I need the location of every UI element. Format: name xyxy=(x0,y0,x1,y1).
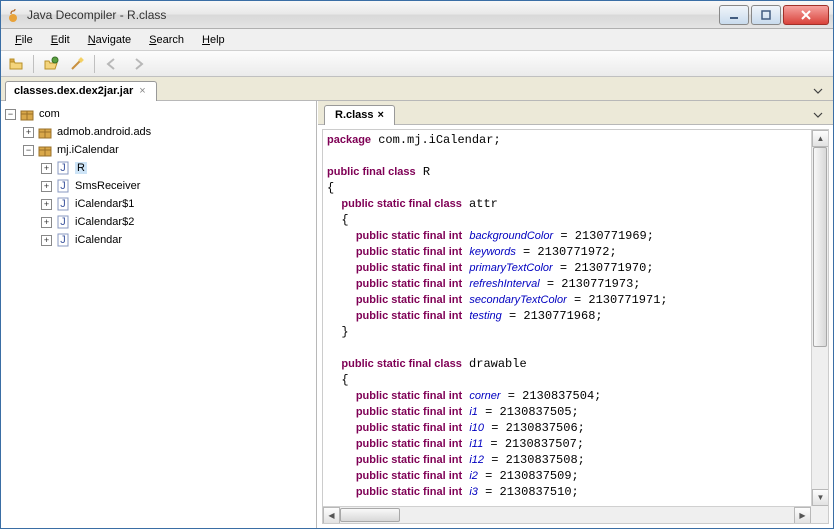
svg-text:J: J xyxy=(60,198,66,210)
tree-label: com xyxy=(39,108,60,120)
package-icon xyxy=(37,124,53,140)
scroll-track[interactable] xyxy=(340,507,794,523)
tree-node-admob[interactable]: + admob.android.ads xyxy=(23,123,312,141)
code-scroll[interactable]: package com.mj.iCalendar; public final c… xyxy=(323,130,811,506)
tree-node-mj-icalendar[interactable]: − mj.iCalendar xyxy=(23,141,312,159)
close-tab-icon[interactable]: × xyxy=(378,109,384,121)
scroll-right-icon[interactable]: ▶ xyxy=(794,507,811,524)
tree-node-file-r[interactable]: + J R xyxy=(41,159,312,177)
toolbar xyxy=(1,51,833,77)
java-file-icon: J xyxy=(55,214,71,230)
open-file-button[interactable] xyxy=(5,53,27,75)
tree-node-file-icalendar1[interactable]: + J iCalendar$1 xyxy=(41,195,312,213)
java-file-icon: J xyxy=(55,196,71,212)
collapse-icon[interactable]: − xyxy=(5,109,16,120)
tree-label: iCalendar$2 xyxy=(75,216,134,228)
scroll-up-icon[interactable]: ▲ xyxy=(812,130,829,147)
svg-text:J: J xyxy=(60,216,66,228)
package-tree-panel[interactable]: − com + admob.android.ads xyxy=(1,101,317,528)
close-tab-icon[interactable]: × xyxy=(137,85,147,97)
jar-tab-label: classes.dex.dex2jar.jar xyxy=(14,85,133,97)
tree-label: iCalendar$1 xyxy=(75,198,134,210)
svg-text:J: J xyxy=(60,162,66,174)
forward-button xyxy=(127,53,149,75)
jar-tab[interactable]: classes.dex.dex2jar.jar × xyxy=(5,81,157,101)
scroll-thumb[interactable] xyxy=(340,508,400,522)
window-buttons xyxy=(717,5,829,25)
tree-node-file-icalendar[interactable]: + J iCalendar xyxy=(41,231,312,249)
java-file-icon: J xyxy=(55,178,71,194)
tree-label: admob.android.ads xyxy=(57,126,151,138)
menu-help[interactable]: Help xyxy=(194,31,233,49)
menu-search[interactable]: Search xyxy=(141,31,192,49)
package-icon xyxy=(37,142,53,158)
minimize-button[interactable] xyxy=(719,5,749,25)
app-icon xyxy=(5,7,21,23)
horizontal-scrollbar[interactable]: ◀ ▶ xyxy=(323,506,811,523)
scroll-down-icon[interactable]: ▼ xyxy=(812,489,829,506)
code-tab-rclass[interactable]: R.class × xyxy=(324,105,395,125)
tree-node-com[interactable]: − com xyxy=(5,105,312,123)
menu-file[interactable]: File xyxy=(7,31,41,49)
title-bar[interactable]: Java Decompiler - R.class xyxy=(1,1,833,29)
svg-text:J: J xyxy=(60,234,66,246)
scroll-left-icon[interactable]: ◀ xyxy=(323,507,340,524)
expand-icon[interactable]: + xyxy=(41,199,52,210)
toolbar-separator xyxy=(33,55,34,73)
code-panel: R.class × package com.mj.iCalendar; publ… xyxy=(317,101,833,528)
maximize-button[interactable] xyxy=(751,5,781,25)
tree-node-file-smsreceiver[interactable]: + J SmsReceiver xyxy=(41,177,312,195)
code-editor-area: package com.mj.iCalendar; public final c… xyxy=(322,129,829,524)
package-icon xyxy=(19,106,35,122)
expand-icon[interactable]: + xyxy=(41,235,52,246)
svg-text:J: J xyxy=(60,180,66,192)
expand-icon[interactable]: + xyxy=(23,127,34,138)
back-button xyxy=(101,53,123,75)
toolbar-separator xyxy=(94,55,95,73)
wand-button[interactable] xyxy=(66,53,88,75)
expand-icon[interactable]: + xyxy=(41,181,52,192)
tree-label: SmsReceiver xyxy=(75,180,140,192)
tree-label: R xyxy=(75,162,87,174)
tree-label: mj.iCalendar xyxy=(57,144,119,156)
scroll-corner xyxy=(811,506,828,523)
java-file-icon: J xyxy=(55,160,71,176)
tree-label: iCalendar xyxy=(75,234,122,246)
tab-overflow-icon[interactable] xyxy=(807,106,829,124)
collapse-icon[interactable]: − xyxy=(23,145,34,156)
vertical-scrollbar[interactable]: ▲ ▼ xyxy=(811,130,828,506)
scroll-thumb[interactable] xyxy=(813,147,827,347)
package-tree: − com + admob.android.ads xyxy=(5,105,312,249)
scroll-track[interactable] xyxy=(812,147,828,489)
jar-tab-strip: classes.dex.dex2jar.jar × xyxy=(1,77,833,101)
code-tab-label: R.class xyxy=(335,109,374,121)
expand-icon[interactable]: + xyxy=(41,217,52,228)
expand-icon[interactable]: + xyxy=(41,163,52,174)
tree-node-file-icalendar2[interactable]: + J iCalendar$2 xyxy=(41,213,312,231)
main-content: − com + admob.android.ads xyxy=(1,101,833,528)
save-button[interactable] xyxy=(40,53,62,75)
source-code[interactable]: package com.mj.iCalendar; public final c… xyxy=(323,130,811,502)
menu-bar: File Edit Navigate Search Help xyxy=(1,29,833,51)
code-tab-strip: R.class × xyxy=(318,101,833,125)
menu-edit[interactable]: Edit xyxy=(43,31,78,49)
tab-overflow-icon[interactable] xyxy=(807,82,829,100)
close-button[interactable] xyxy=(783,5,829,25)
window-title: Java Decompiler - R.class xyxy=(27,8,717,22)
java-file-icon: J xyxy=(55,232,71,248)
app-window: Java Decompiler - R.class File Edit Navi… xyxy=(0,0,834,529)
menu-navigate[interactable]: Navigate xyxy=(80,31,139,49)
